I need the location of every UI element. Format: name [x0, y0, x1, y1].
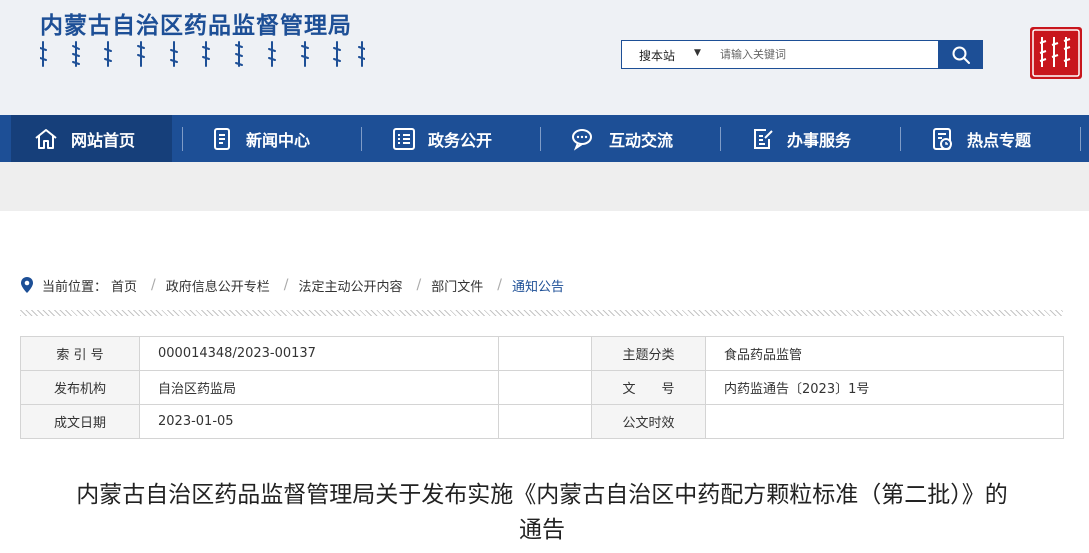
- validity-value: [705, 404, 1064, 439]
- docno-label: 文 号: [591, 370, 706, 405]
- nav-item-news[interactable]: 新闻中心: [212, 115, 310, 162]
- nav-label: 新闻中心: [246, 130, 311, 150]
- issuer-label: 发布机构: [20, 370, 140, 405]
- date-label: 成文日期: [20, 404, 140, 439]
- breadcrumb-home[interactable]: 首页: [111, 276, 137, 295]
- search-input[interactable]: [720, 44, 930, 64]
- breadcrumb-prefix: 当前位置：: [42, 279, 108, 295]
- nav-label: 网站首页: [71, 130, 136, 150]
- breadcrumb-dept-docs[interactable]: 部门文件: [431, 276, 483, 295]
- main-nav: 网站首页 新闻中心 政务公开 互动交流 办事服务 热点专题: [0, 115, 1089, 162]
- search-icon: [952, 46, 970, 64]
- nav-item-gov-affairs[interactable]: 政务公开: [392, 115, 492, 162]
- nav-label: 互动交流: [609, 130, 674, 150]
- nav-divider: [900, 127, 901, 151]
- docno-value: 内药监通告〔2023〕1号: [705, 370, 1064, 405]
- mongolian-script-logo: [39, 40, 366, 70]
- location-pin-icon: [21, 277, 33, 293]
- category-label: 主题分类: [591, 336, 706, 371]
- table-spacer: [498, 404, 592, 439]
- nav-divider: [540, 127, 541, 151]
- index-label: 索 引 号: [20, 336, 140, 371]
- validity-label: 公文时效: [591, 404, 706, 439]
- search-bar: 搜本站 ▼: [621, 40, 983, 69]
- site-title[interactable]: 内蒙古自治区药品监督管理局: [40, 6, 352, 40]
- nav-item-interaction[interactable]: 互动交流: [571, 115, 673, 162]
- issuer-value: 自治区药监局: [139, 370, 499, 405]
- search-button[interactable]: [938, 40, 983, 69]
- table-spacer: [498, 336, 592, 371]
- index-value: 000014348/2023-00137: [139, 336, 499, 371]
- breadcrumb: 当前位置： 首页 / 政府信息公开专栏 / 法定主动公开内容 / 部门文件 / …: [20, 276, 564, 295]
- hatched-divider: [20, 310, 1063, 316]
- nav-label: 热点专题: [967, 130, 1032, 150]
- document-title: 内蒙古自治区药品监督管理局关于发布实施《内蒙古自治区中药配方颗粒标准（第二批）》…: [20, 478, 1064, 548]
- breadcrumb-current[interactable]: 通知公告: [512, 276, 564, 295]
- chevron-down-icon[interactable]: ▼: [694, 48, 701, 58]
- nav-divider: [361, 127, 362, 151]
- document-icon: [214, 127, 230, 150]
- document-title-line-1: 内蒙古自治区药品监督管理局关于发布实施《内蒙古自治区中药配方颗粒标准（第二批）》…: [76, 482, 1008, 508]
- date-value: 2023-01-05: [139, 404, 499, 439]
- nav-divider: [1080, 127, 1081, 151]
- nav-label: 政务公开: [428, 130, 493, 150]
- clipboard-clock-icon: [933, 127, 952, 150]
- document-meta-table: 索 引 号 000014348/2023-00137 主题分类 食品药品监管 发…: [20, 336, 1064, 439]
- document-title-line-2: 通告: [519, 517, 565, 543]
- nav-item-home[interactable]: 网站首页: [11, 115, 172, 162]
- chat-icon: [572, 128, 592, 151]
- table-spacer: [498, 370, 592, 405]
- breadcrumb-separator: /: [283, 277, 289, 293]
- table-row: 索 引 号 000014348/2023-00137 主题分类 食品药品监管: [20, 336, 1064, 371]
- breadcrumb-separator: /: [416, 277, 422, 293]
- breadcrumb-separator: /: [497, 277, 502, 293]
- search-scope-select[interactable]: 搜本站: [639, 47, 675, 64]
- seal-logo: [1030, 27, 1082, 79]
- nav-divider: [182, 127, 183, 151]
- breadcrumb-info-column[interactable]: 政府信息公开专栏: [166, 276, 270, 295]
- nav-item-topics[interactable]: 热点专题: [931, 115, 1031, 162]
- nav-item-services[interactable]: 办事服务: [751, 115, 851, 162]
- nav-label: 办事服务: [787, 130, 852, 150]
- nav-divider: [720, 127, 721, 151]
- edit-icon: [754, 128, 773, 149]
- table-row: 发布机构 自治区药监局 文 号 内药监通告〔2023〕1号: [20, 370, 1064, 405]
- site-header: 内蒙古自治区药品监督管理局 搜本站 ▼: [0, 0, 1089, 115]
- home-icon: [35, 128, 57, 149]
- gray-banner: [0, 162, 1089, 211]
- category-value: 食品药品监管: [705, 336, 1064, 371]
- list-icon: [393, 127, 415, 150]
- breadcrumb-separator: /: [151, 277, 156, 293]
- table-row: 成文日期 2023-01-05 公文时效: [20, 404, 1064, 439]
- breadcrumb-statutory[interactable]: 法定主动公开内容: [298, 276, 402, 295]
